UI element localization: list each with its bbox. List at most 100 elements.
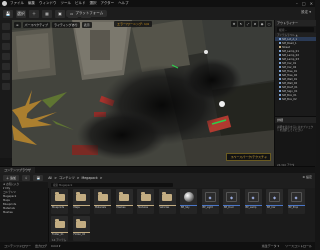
details-panel: 詳細 詳細を表示するにはオブジェクトを選択してください 24,310 アクタ (275, 116, 316, 167)
asset-thumbnail (51, 189, 68, 205)
asset-tile[interactable]: Blueprints (51, 189, 68, 214)
add-content-button[interactable]: ＋ 追加 (3, 174, 19, 181)
perspective-button[interactable]: パースペクティブ (22, 21, 50, 28)
minimize-icon[interactable]: – (296, 1, 298, 6)
maximize-viewport-button[interactable]: ▢ (266, 21, 272, 27)
modeling-tool-button[interactable] (2, 63, 10, 70)
blueprint-icon: ◆ (204, 192, 216, 202)
blueprint-icon: ◆ (290, 192, 302, 202)
asset-tile[interactable]: Maps (72, 189, 90, 214)
asset-tile[interactable]: Folder_02 (72, 216, 90, 241)
asset-name: BP_Light (202, 206, 213, 209)
viewport-warning-badge[interactable]: エラー/ワーニング: 1/4 (114, 21, 152, 27)
mesh-paint-tool-button[interactable] (2, 53, 10, 60)
asset-tile[interactable]: ◆ BP_Car (266, 189, 283, 214)
camera-speed-button[interactable]: ◉ (259, 21, 265, 27)
asset-tile[interactable]: Meshes (115, 189, 133, 214)
asset-name: Blueprints (52, 206, 65, 209)
select-mode-button[interactable]: 選択 (16, 9, 26, 18)
window-controls: – □ ✕ (296, 1, 313, 6)
menu-actor[interactable]: アクター (101, 1, 115, 6)
translate-tool-button[interactable]: ✥ (231, 21, 237, 27)
viewport-options-button[interactable]: ≡ (14, 21, 21, 28)
asset-tile[interactable]: ◆ BP_Lamp (244, 189, 262, 214)
menu-help[interactable]: ヘルプ (118, 1, 129, 6)
rotate-tool-button[interactable]: ↻ (238, 21, 244, 27)
add-actor-button[interactable]: ＋ (29, 9, 39, 18)
output-log-button[interactable]: 出力ログ (35, 244, 47, 248)
menu-window[interactable]: ウィンドウ (39, 1, 57, 6)
content-browser: コンテンツブラウザ ＋ 追加 ⇩ 💾 All > コンテンツ > Megapac… (0, 166, 315, 243)
asset-search-input[interactable]: 検索 Megapack (51, 183, 173, 187)
unreal-logo-icon[interactable] (2, 1, 7, 6)
asset-tile[interactable]: Materials (94, 189, 111, 214)
menu-file[interactable]: ファイル (10, 1, 24, 6)
platform-icon: ▭ (70, 11, 74, 16)
asset-tile[interactable]: Textures (137, 189, 154, 214)
asset-tile[interactable]: ◆ BP_Light (201, 189, 219, 214)
folder-tree: ★ お気に入り ▾ City コンテンツ Megapack Maps Bluep… (0, 182, 49, 243)
save-button[interactable]: 💾 (3, 9, 13, 18)
show-button[interactable]: 表示 (81, 21, 92, 28)
save-all-button[interactable]: 💾 (33, 174, 44, 181)
mode-sidebar (0, 20, 12, 158)
asset-thumbnail (72, 189, 90, 205)
menu-edit[interactable]: 編集 (28, 1, 35, 6)
maximize-icon[interactable]: □ (302, 1, 306, 6)
platforms-button[interactable]: ▭ プラットフォーム (66, 10, 108, 17)
source-control-button[interactable]: ソースコントロール (285, 244, 312, 248)
blueprint-icon: ◆ (247, 192, 259, 202)
asset-thumbnail (180, 189, 197, 205)
outliner-search-input[interactable]: 検索... (277, 27, 314, 32)
settings-button[interactable]: 設定 ▾ (301, 10, 311, 15)
close-icon[interactable]: ✕ (310, 1, 313, 6)
cmd-dropdown[interactable]: Cmd ▾ (51, 244, 60, 248)
asset-thumbnail (158, 189, 176, 205)
scene-render[interactable] (12, 20, 274, 166)
actor-icon (279, 74, 281, 76)
status-bar: コンテンツドロワー 出力ログ Cmd ▾ 派生データ ▾ ソースコントロール (0, 242, 315, 250)
viewport-notice[interactable]: スペースパーク/テクスチャ (226, 153, 271, 161)
select-tool-button[interactable] (2, 23, 10, 30)
blueprint-button[interactable]: ▦ (42, 9, 52, 18)
actor-icon (279, 54, 281, 56)
asset-tile[interactable]: ◆ BP_Prop (287, 189, 305, 214)
menu-tools[interactable]: ツール (61, 1, 72, 6)
lit-mode-button[interactable]: ライティングあり (51, 21, 80, 28)
brush-tool-button[interactable] (2, 83, 10, 90)
asset-name: Folder_02 (73, 233, 86, 236)
rotate-icon: ↻ (239, 22, 243, 26)
fracture-tool-button[interactable] (2, 73, 10, 80)
blueprint-icon: ◆ (269, 192, 280, 202)
landscape-tool-button[interactable] (2, 33, 10, 40)
grid-snap-button[interactable]: # (252, 21, 258, 27)
breadcrumb: All > コンテンツ > Megapack > (48, 175, 102, 181)
asset-tile[interactable]: ◆ BP_Door (223, 189, 240, 214)
breadcrumb-separator: > (54, 175, 57, 180)
content-browser-settings-button[interactable]: ⚙ 設定 (302, 175, 312, 179)
folder-icon (119, 191, 129, 201)
menu-select[interactable]: 選択 (90, 1, 97, 6)
content-drawer-button[interactable]: コンテンツドロワー (4, 244, 31, 248)
breadcrumb-content[interactable]: コンテンツ (59, 175, 75, 180)
tree-item[interactable]: Meshes (0, 210, 48, 214)
level-viewport[interactable]: ≡ パースペクティブ ライティングあり 表示 エラー/ワーニング: 1/4 ✥ … (12, 20, 274, 166)
actor-icon (279, 66, 281, 68)
derived-data-button[interactable]: 派生データ ▾ (262, 244, 279, 248)
outliner-item[interactable]: SM_Box_02 (275, 97, 316, 101)
asset-name: Maps (73, 206, 80, 209)
asset-tile[interactable]: Vehicles (158, 189, 176, 214)
platforms-label: プラットフォーム (75, 11, 104, 15)
status-bar-right: 派生データ ▾ ソースコントロール (262, 244, 312, 248)
scale-tool-button[interactable]: ⤢ (245, 21, 251, 27)
menu-build[interactable]: ビルド (75, 1, 86, 6)
breadcrumb-megapack[interactable]: Megapack (81, 176, 97, 180)
cinematics-button[interactable]: ▣ (55, 9, 65, 18)
foliage-tool-button[interactable] (2, 43, 10, 50)
actor-icon (279, 78, 281, 80)
import-button[interactable]: ⇩ (21, 174, 31, 181)
breadcrumb-all[interactable]: All (48, 176, 52, 180)
folder-icon (279, 46, 281, 48)
asset-thumbnail: ◆ (266, 189, 283, 205)
asset-tile[interactable]: BP_Sky (180, 189, 197, 214)
